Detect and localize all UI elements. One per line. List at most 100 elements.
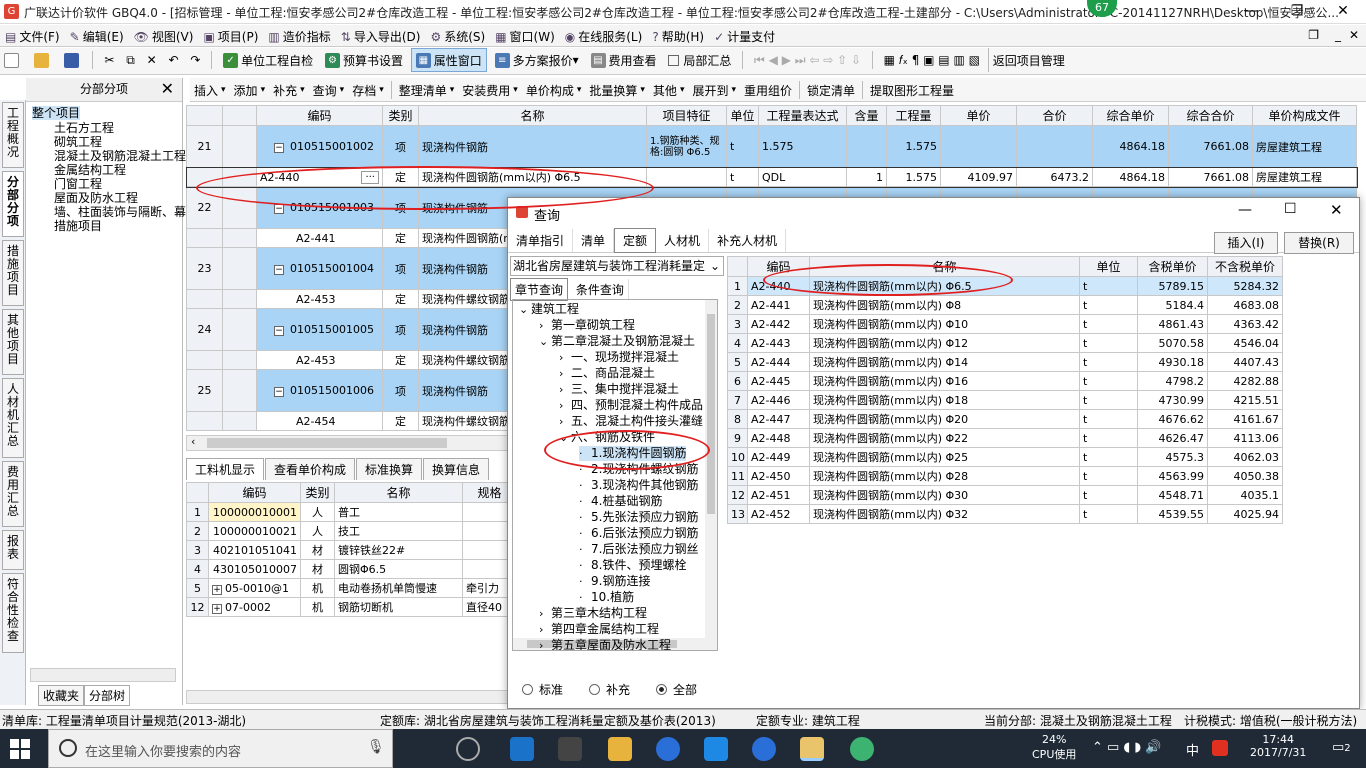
collapse-icon[interactable]: −: [274, 387, 284, 397]
microphone-icon[interactable]: 🎙: [367, 739, 385, 755]
tree-item[interactable]: 土石方工程: [54, 121, 114, 135]
fee-view-button[interactable]: ▤ 费用查看: [587, 48, 661, 72]
quota-library-select[interactable]: 湖北省房屋建筑与装饰工程消耗量定 ⌄: [510, 256, 724, 276]
chevron-right-icon[interactable]: ›: [539, 639, 551, 650]
grid-header[interactable]: 含税单价: [1137, 256, 1208, 277]
chapter-query-tab[interactable]: 章节查询: [510, 278, 569, 301]
vtab-2[interactable]: 措施项目: [2, 240, 24, 306]
cell-code[interactable]: −010515001005: [256, 308, 383, 351]
toolbar2-button-13[interactable]: 提取图形工程量: [866, 78, 958, 102]
chapter-tree-node[interactable]: › 第一章砌筑工程: [539, 318, 635, 333]
cell-code[interactable]: A2-451: [747, 485, 810, 505]
leaf-icon[interactable]: ·: [579, 543, 591, 557]
leaf-icon[interactable]: ·: [579, 479, 591, 493]
cell-code[interactable]: A2-449: [747, 447, 810, 467]
dialog-tab-2[interactable]: 定额: [614, 228, 657, 253]
minimize-button[interactable]: —: [1228, 0, 1274, 24]
collapse-icon[interactable]: −: [274, 326, 284, 336]
file-explorer-icon[interactable]: [608, 737, 632, 761]
cell-tax[interactable]: 4548.71: [1137, 485, 1208, 505]
chapter-tree-node[interactable]: › 二、商品混凝土: [559, 366, 655, 381]
cell-tax[interactable]: 5184.4: [1137, 295, 1208, 315]
chapter-tree-node[interactable]: · 6.后张法预应力钢筋: [579, 526, 698, 541]
glodon-icon[interactable]: [656, 737, 680, 761]
back-project-button[interactable]: 返回项目管理: [987, 48, 1069, 72]
cell-code[interactable]: +07-0002: [208, 597, 301, 617]
cell-total[interactable]: [1016, 125, 1093, 168]
grid-header[interactable]: [186, 105, 223, 126]
cell-unit[interactable]: t: [1079, 504, 1138, 524]
cell-name[interactable]: 现浇构件钢筋: [418, 125, 647, 168]
lower-hscroll[interactable]: [186, 690, 508, 704]
cell-tax[interactable]: 5789.15: [1137, 276, 1208, 296]
cpu-monitor[interactable]: 24% CPU使用: [1032, 733, 1076, 762]
cell-code[interactable]: 402101051041: [208, 540, 301, 560]
lower-tab-1[interactable]: 查看单价构成: [265, 458, 356, 480]
cell-code[interactable]: A2-454: [256, 411, 383, 431]
cell-notax[interactable]: 5284.32: [1207, 276, 1283, 296]
chapter-tree-node[interactable]: › 第五章屋面及防水工程: [539, 638, 671, 650]
cell-code[interactable]: A2-445: [747, 371, 810, 391]
cell-name[interactable]: 镀锌铁丝22#: [334, 540, 463, 560]
mdi-restore-button[interactable]: ❐: [1303, 25, 1324, 45]
cell-expr[interactable]: 1.575: [758, 125, 847, 168]
cell-cat[interactable]: 人: [300, 502, 335, 522]
mdi-close-button[interactable]: ✕: [1344, 25, 1364, 45]
grid-header[interactable]: [222, 105, 257, 126]
cell-name[interactable]: 现浇构件圆钢筋(mm以内) Φ30: [809, 485, 1080, 505]
vtab-1[interactable]: 分部分项: [2, 171, 24, 237]
cell-unit[interactable]: t: [1079, 295, 1138, 315]
cell-notax[interactable]: 4363.42: [1207, 314, 1283, 334]
chevron-right-icon[interactable]: ›: [559, 399, 571, 413]
cell-unit[interactable]: t: [1079, 390, 1138, 410]
cell-code[interactable]: −010515001006: [256, 369, 383, 412]
close-button[interactable]: ✕: [1320, 0, 1366, 24]
grid-header[interactable]: 不含税单价: [1207, 256, 1283, 277]
lower-tab-0[interactable]: 工料机显示: [186, 458, 265, 480]
cell-code[interactable]: A2-442: [747, 314, 810, 334]
cell-notax[interactable]: 4683.08: [1207, 295, 1283, 315]
chapter-tree-node[interactable]: · 4.桩基础钢筋: [579, 494, 662, 509]
chapter-tree-node[interactable]: · 8.铁件、预埋螺栓: [579, 558, 686, 573]
cell-unit[interactable]: t: [1079, 428, 1138, 448]
chevron-right-icon[interactable]: ›: [559, 351, 571, 365]
cell-cat[interactable]: 机: [300, 597, 335, 617]
cell-name[interactable]: 电动卷扬机单筒慢速: [334, 578, 463, 598]
table-row[interactable]: 4 430105010007 材圆钢Φ6.5: [186, 559, 508, 579]
tree-item[interactable]: 金属结构工程: [54, 163, 126, 177]
chapter-tree-node[interactable]: › 五、混凝土构件接头灌缝: [559, 414, 703, 429]
chevron-down-icon[interactable]: ⌄: [539, 335, 551, 349]
cell-feat[interactable]: [646, 167, 727, 187]
cell-code[interactable]: 430105010007: [208, 559, 301, 579]
multi-plan-button[interactable]: ≡ 多方案报价 ▾: [491, 48, 583, 72]
grid-header[interactable]: [727, 256, 748, 277]
cell-code[interactable]: 100000010001: [208, 502, 301, 522]
table-row[interactable]: 8 A2-447 现浇构件圆钢筋(mm以内) Φ20 t 4676.62 4161.67: [727, 409, 1283, 429]
grid-header[interactable]: 项目特征: [646, 105, 727, 126]
table-row[interactable]: 6 A2-445 现浇构件圆钢筋(mm以内) Φ16 t 4798.2 4282.88: [727, 371, 1283, 391]
table-row[interactable]: 10 A2-449 现浇构件圆钢筋(mm以内) Φ25 t 4575.3 4062.03: [727, 447, 1283, 467]
cell-cat[interactable]: 人: [300, 521, 335, 541]
toolbar2-button-11[interactable]: 重用组价: [740, 78, 796, 102]
chapter-tree-node[interactable]: › 第四章金属结构工程: [539, 622, 659, 637]
menu-item-0[interactable]: ▤ 文件(F): [0, 25, 65, 48]
table-row[interactable]: 5 +05-0010@1 机电动卷扬机单筒慢速 牵引力: [186, 578, 508, 598]
open-folder-icon[interactable]: [30, 48, 56, 72]
cell-notax[interactable]: 4035.1: [1207, 485, 1283, 505]
cell-unit[interactable]: t: [1079, 409, 1138, 429]
cell-name[interactable]: 钢筋切断机: [334, 597, 463, 617]
grid-header[interactable]: 单位: [726, 105, 759, 126]
menu-item-6[interactable]: ⚙ 系统(S): [425, 25, 490, 48]
table-row[interactable]: 7 A2-446 现浇构件圆钢筋(mm以内) Φ18 t 4730.99 4215.51: [727, 390, 1283, 410]
dialog-minimize-button[interactable]: —: [1238, 202, 1252, 218]
toolbar2-button-6[interactable]: 安装费用 ▾: [458, 78, 522, 102]
cell-name[interactable]: 圆钢Φ6.5: [334, 559, 463, 579]
grid-header[interactable]: 合价: [1016, 105, 1093, 126]
cell-qty[interactable]: 1.575: [886, 125, 941, 168]
vtab-4[interactable]: 人材机汇总: [2, 378, 24, 458]
cell-name[interactable]: 现浇构件圆钢筋(mm以内) Φ16: [809, 371, 1080, 391]
grid-header[interactable]: 规格: [462, 482, 508, 503]
taskbar-search[interactable]: 在这里输入你要搜索的内容 🎙: [48, 729, 393, 768]
tree-hscroll[interactable]: [30, 668, 176, 682]
cell-tax[interactable]: 4798.2: [1137, 371, 1208, 391]
